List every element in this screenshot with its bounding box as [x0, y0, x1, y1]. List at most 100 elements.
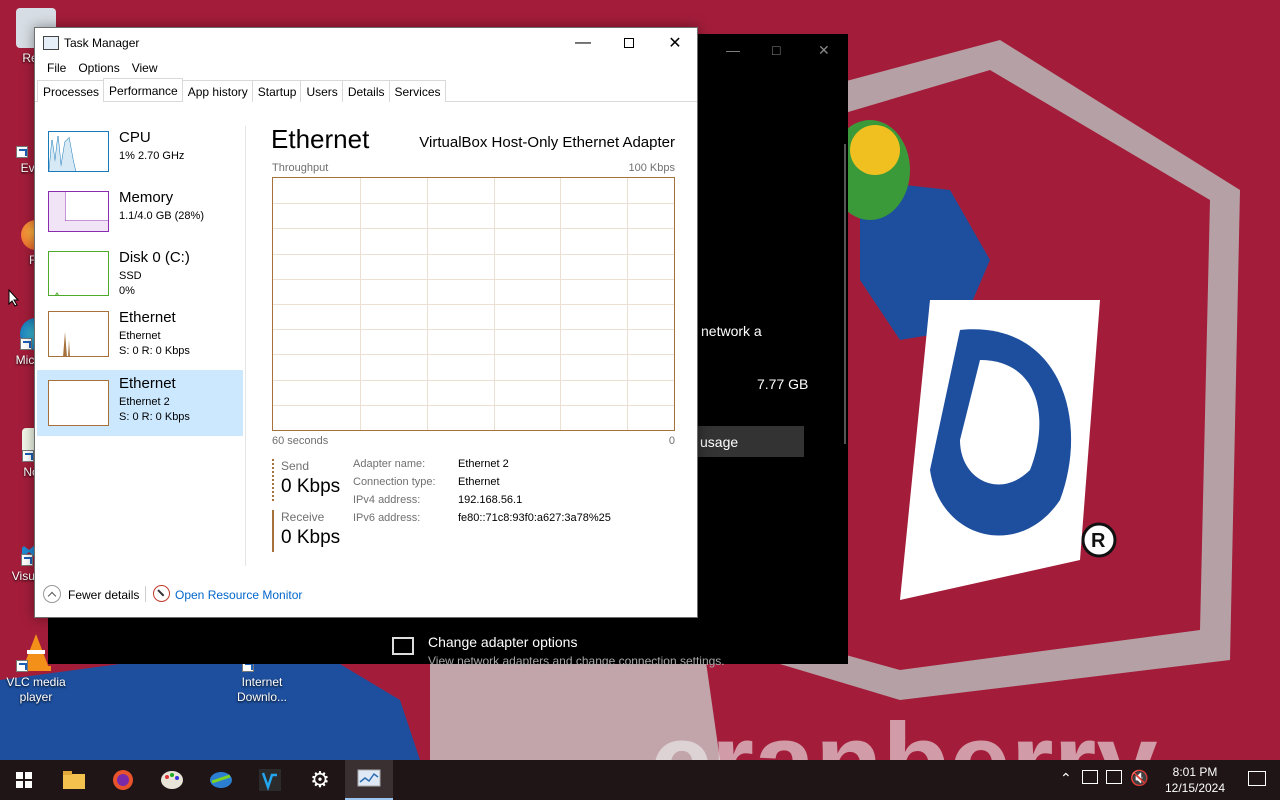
tab-services[interactable]: Services	[388, 80, 446, 102]
send-value: 0 Kbps	[281, 476, 341, 497]
sidebar-item-title: Memory	[119, 189, 174, 206]
sidebar-item-detail: SSD	[119, 270, 142, 282]
sidebar-item-memory[interactable]: Memory 1.1/4.0 GB (28%)	[37, 184, 243, 244]
info-key: Adapter name:	[353, 458, 426, 470]
receive-value: 0 Kbps	[281, 527, 341, 548]
minimize-icon[interactable]: —	[726, 42, 740, 58]
idm-icon	[210, 772, 232, 788]
vscode-icon	[259, 769, 281, 791]
task-manager-icon	[357, 769, 381, 787]
sidebar-item-ethernet-2[interactable]: Ethernet Ethernet 2 S: 0 R: 0 Kbps	[37, 370, 243, 436]
maximize-icon	[624, 38, 634, 48]
menu-file[interactable]: File	[41, 58, 72, 80]
open-resource-monitor-link[interactable]: Open Resource Monitor	[175, 588, 302, 602]
scrollbar[interactable]	[844, 144, 846, 444]
clock-date: 12/15/2024	[1164, 781, 1226, 795]
tab-performance[interactable]: Performance	[103, 78, 183, 101]
start-icon	[16, 772, 32, 788]
sidebar-item-title: CPU	[119, 129, 151, 146]
title-bar[interactable]: Task Manager — ✕	[35, 28, 697, 58]
taskbar-file-explorer[interactable]	[50, 760, 98, 800]
maximize-button[interactable]	[606, 28, 652, 58]
sidebar-item-disk[interactable]: Disk 0 (C:) SSD 0%	[37, 244, 243, 304]
taskbar: ⚙ ⌃ 🔇 8:01 PM 12/15/2024	[0, 760, 1280, 800]
close-button[interactable]: ✕	[652, 28, 698, 58]
minimize-button[interactable]: —	[560, 28, 606, 58]
data-usage-value: 7.77 GB	[757, 376, 809, 392]
sidebar-item-cpu[interactable]: CPU 1% 2.70 GHz	[37, 124, 243, 184]
network-alert-icon[interactable]	[1082, 770, 1098, 784]
info-value: 192.168.56.1	[458, 494, 523, 506]
info-key: IPv6 address:	[353, 512, 421, 524]
info-key: IPv4 address:	[353, 494, 421, 506]
sidebar-item-detail-2: S: 0 R: 0 Kbps	[119, 345, 190, 357]
menu-bar: File Options View	[35, 58, 697, 80]
footer-divider	[145, 586, 146, 602]
resource-title: Ethernet	[271, 124, 370, 154]
tab-processes[interactable]: Processes	[37, 80, 105, 102]
resource-monitor-icon[interactable]	[153, 585, 170, 602]
chevron-up-icon[interactable]	[43, 585, 61, 603]
tab-startup[interactable]: Startup	[251, 80, 302, 102]
desktop-icon-label: VLC media player	[6, 675, 66, 704]
clock[interactable]: 8:01 PM 12/15/2024	[1160, 764, 1230, 796]
data-usage-button[interactable]: usage	[688, 426, 804, 457]
send-label: Send	[281, 459, 310, 473]
sidebar-item-detail: Ethernet	[119, 330, 161, 342]
taskbar-idm[interactable]	[197, 760, 245, 800]
sidebar-item-detail: Ethernet 2	[119, 396, 170, 408]
svg-text:R: R	[1091, 530, 1106, 552]
settings-icon: ⚙	[310, 767, 330, 792]
change-adapter-options-link[interactable]: Change adapter options	[428, 634, 577, 650]
receive-stat: Receive 0 Kbps	[272, 510, 352, 552]
task-manager-icon	[43, 36, 59, 50]
graph-zero-label: 0	[668, 435, 675, 447]
minimize-icon: —	[575, 34, 591, 51]
graph-grid	[273, 178, 674, 430]
sidebar-item-detail-2: S: 0 R: 0 Kbps	[119, 411, 190, 423]
tab-users[interactable]: Users	[300, 80, 343, 102]
sidebar-item-detail: 1% 2.70 GHz	[119, 150, 185, 162]
cpu-mini-graph	[48, 131, 109, 172]
memory-mini-graph	[48, 191, 109, 232]
adapter-options-icon	[392, 637, 414, 655]
paint-icon	[161, 771, 183, 789]
graph-time-label: 60 seconds	[272, 435, 329, 447]
volume-muted-icon[interactable]: 🔇	[1130, 769, 1149, 787]
ethernet-2-mini-graph	[48, 380, 109, 426]
menu-view[interactable]: View	[126, 58, 164, 80]
taskbar-vscode[interactable]	[246, 760, 294, 800]
maximize-icon[interactable]: □	[772, 42, 780, 58]
ethernet-mini-graph	[48, 311, 109, 357]
throughput-graph[interactable]	[272, 177, 675, 431]
svg-text:cranberry: cranberry	[650, 701, 1158, 760]
send-stat: Send 0 Kbps	[272, 459, 352, 501]
sidebar-item-title: Ethernet	[119, 375, 176, 392]
taskbar-task-manager[interactable]	[345, 760, 393, 800]
disk-mini-graph	[48, 251, 109, 296]
start-button[interactable]	[0, 760, 48, 800]
tab-app-history[interactable]: App history	[181, 80, 253, 102]
info-value: Ethernet	[458, 476, 500, 488]
change-adapter-options-subtitle: View network adapters and change connect…	[428, 654, 725, 668]
tab-bar: Processes Performance App history Startu…	[35, 78, 697, 102]
taskbar-paint[interactable]	[148, 760, 196, 800]
task-manager-footer: Fewer details Open Resource Monitor	[35, 580, 697, 610]
tab-details[interactable]: Details	[341, 80, 390, 102]
performance-detail-panel: Ethernet VirtualBox Host-Only Ethernet A…	[271, 124, 675, 564]
firefox-icon	[113, 770, 133, 790]
taskbar-settings[interactable]: ⚙	[296, 760, 344, 800]
network-icon[interactable]	[1106, 770, 1122, 784]
receive-label: Receive	[281, 510, 325, 524]
fewer-details-button[interactable]: Fewer details	[68, 588, 139, 602]
menu-options[interactable]: Options	[72, 58, 125, 80]
close-icon[interactable]: ✕	[818, 42, 830, 59]
notification-icon[interactable]	[1248, 771, 1266, 786]
info-value: fe80::71c8:93f0:a627:3a78%25	[458, 512, 611, 524]
file-explorer-icon	[63, 771, 85, 789]
info-key: Connection type:	[353, 476, 436, 488]
chevron-up-icon[interactable]: ⌃	[1060, 770, 1072, 787]
task-manager-window[interactable]: Task Manager — ✕ File Options View Proce…	[34, 27, 698, 618]
taskbar-firefox[interactable]	[99, 760, 147, 800]
sidebar-item-ethernet[interactable]: Ethernet Ethernet S: 0 R: 0 Kbps	[37, 304, 243, 370]
